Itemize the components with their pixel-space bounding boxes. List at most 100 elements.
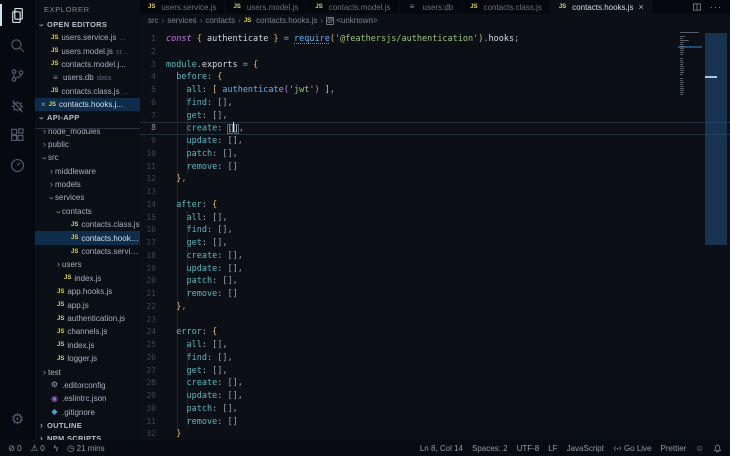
open-editors-header[interactable]: › OPEN EDITORS [35,18,140,31]
tree-item[interactable]: ›services [35,191,140,204]
breadcrumb-label: src [148,16,159,25]
status-prettier[interactable]: Prettier [661,444,687,453]
tree-item[interactable]: JSapp.js [35,298,140,311]
tree-item[interactable]: ◆.gitignore [35,406,140,419]
editor-tab[interactable]: ≡users.db [400,0,463,14]
editor-tab[interactable]: JScontacts.model.js [307,0,399,14]
editor-tab[interactable]: JScontacts.hooks.js× [551,0,653,14]
breadcrumb-item[interactable]: @<unknown> [326,16,377,25]
chevron-right-icon: › [41,140,48,149]
editor-tab[interactable]: JSusers.model.js [225,0,307,14]
tree-item-label: .editorconfig [62,381,106,390]
tree-item[interactable]: ◉.eslintrc.json [35,392,140,405]
open-editor-item[interactable]: JSusers.model.jssr... [35,44,140,57]
scrollbar-slider[interactable] [705,33,727,245]
smiley-icon: ☺ [695,444,704,453]
open-editor-item[interactable]: ×JScontacts.hooks.j... [35,98,140,111]
line-number: 17 [140,237,166,250]
open-editor-item[interactable]: JScontacts.model.j... [35,58,140,71]
status-notifications[interactable] [713,444,722,453]
clock-icon: ◷ [67,444,74,453]
status-eol[interactable]: LF [548,444,557,453]
tree-item-label: contacts [62,207,92,216]
breadcrumb-item[interactable]: services [167,16,196,25]
status-label: Prettier [661,444,687,453]
close-icon[interactable]: × [639,2,644,12]
breadcrumb-item[interactable]: contacts [205,16,235,25]
tab-label: contacts.model.js [329,3,391,12]
close-icon[interactable]: × [41,100,46,109]
tree-item[interactable]: JSlogger.js [35,352,140,365]
breadcrumb-item[interactable]: JScontacts.hooks.js [244,16,318,25]
line-number: 20 [140,275,166,288]
open-editor-item[interactable]: JSusers.service.js... [35,31,140,44]
tree-item[interactable]: JSauthentication.js [35,312,140,325]
line-number: 1 [140,33,166,46]
clock-icon[interactable] [0,150,35,180]
status-label: Go Live [624,444,652,453]
tree-item[interactable]: JSindex.js [35,339,140,352]
tree-item[interactable]: JSindex.js [35,272,140,285]
tree-item[interactable]: JSchannels.js [35,325,140,338]
status-feedback[interactable]: ☺ [695,444,704,453]
js-file-icon: JS [148,4,155,10]
line-number: 14 [140,199,166,212]
tree-item[interactable]: ›test [35,365,140,378]
tree-item[interactable]: ›node_modules [35,124,140,137]
status-errors[interactable]: ⊘0 [8,444,22,453]
status-encoding[interactable]: UTF-8 [517,444,540,453]
more-actions-icon[interactable]: ··· [710,2,722,12]
status-cursor-position[interactable]: Ln 8, Col 14 [420,444,463,453]
tree-item[interactable]: JScontacts.class.js [35,218,140,231]
code-text: patch: [], [166,275,238,288]
breadcrumb-item[interactable]: src [148,16,159,25]
tree-item[interactable]: ›models [35,178,140,191]
explorer-icon[interactable] [0,0,35,30]
status-time-tracker[interactable]: ◷21 mins [67,444,104,453]
tree-item[interactable]: JSapp.hooks.js [35,285,140,298]
chevron-right-icon: › [55,260,62,269]
js-file-icon: JS [71,222,78,228]
source-control-icon[interactable] [0,60,35,90]
code-line: 11 remove: [] [140,161,730,174]
split-editor-icon[interactable] [692,2,702,12]
breadcrumb-label: contacts.hooks.js [256,16,317,25]
tree-item[interactable]: ›middleware [35,165,140,178]
code-line: 26 find: [], [140,352,730,365]
tree-item[interactable]: ›users [35,258,140,271]
tab-label: users.db [423,3,454,12]
search-icon[interactable] [0,30,35,60]
project-header[interactable]: › API-APP [35,111,140,124]
tree-item[interactable]: ›contacts [35,205,140,218]
editor-tab[interactable]: JScontacts.class.js [462,0,551,14]
git-file-icon: ◆ [50,408,59,416]
status-warnings[interactable]: ⚠0 [31,444,45,453]
line-number: 22 [140,301,166,314]
code-line: 9 update: [], [140,135,730,148]
open-editor-label: users.model.js [61,47,113,56]
status-go-live[interactable]: Go Live [613,444,652,453]
open-editor-label: contacts.hooks.j... [59,100,123,109]
editor-tab[interactable]: JSusers.service.js [140,0,225,14]
tree-item[interactable]: ›src [35,151,140,164]
tree-item-label: middleware [55,167,96,176]
tree-item[interactable]: ⚙.editorconfig [35,379,140,392]
code-editor[interactable]: 1const { authenticate } = require('@feat… [140,27,730,440]
extensions-icon[interactable] [0,120,35,150]
section-outline[interactable]: ›OUTLINE [35,419,140,432]
debug-icon[interactable] [0,90,35,120]
tree-item[interactable]: ›public [35,138,140,151]
status-zap[interactable]: ϟ [54,444,59,453]
open-editor-item[interactable]: ≡users.dbdata [35,71,140,84]
tree-item[interactable]: JScontacts.hooks.js [35,231,140,244]
open-editor-item[interactable]: JScontacts.class.js... [35,85,140,98]
section-npm-scripts[interactable]: ›NPM SCRIPTS [35,432,140,440]
status-indentation[interactable]: Spaces: 2 [472,444,508,453]
code-line: 14 after: { [140,199,730,212]
eslint-file-icon: ◉ [50,395,59,403]
manage-gear-icon[interactable]: ⚙ [0,404,35,434]
status-label: 21 mins [77,444,105,453]
code-text: error: { [166,326,217,339]
tree-item[interactable]: JScontacts.service.js [35,245,140,258]
status-language-mode[interactable]: JavaScript [567,444,604,453]
